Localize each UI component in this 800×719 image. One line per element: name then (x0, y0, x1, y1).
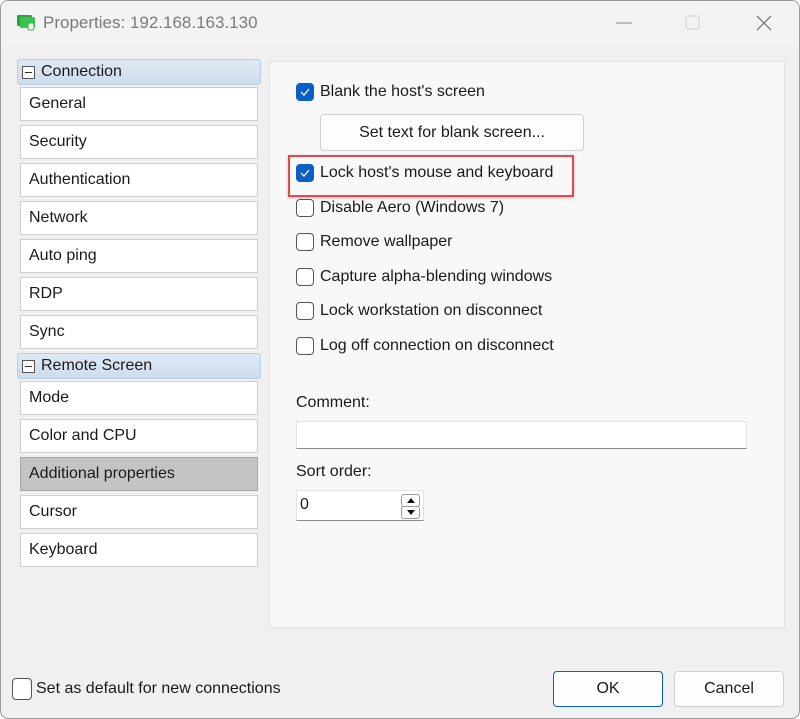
blank-screen-option[interactable]: Blank the host's screen (296, 83, 485, 101)
comment-label: Comment: (296, 394, 370, 411)
checkbox-unchecked[interactable] (296, 337, 314, 355)
option-label: Set as default for new connections (36, 680, 281, 697)
option-label: Lock workstation on disconnect (320, 302, 543, 319)
triangle-up-icon (406, 498, 415, 503)
checkbox-unchecked[interactable] (296, 268, 314, 286)
window-title: Properties: 192.168.163.130 (43, 13, 258, 32)
comment-input[interactable] (296, 421, 747, 449)
lock-mouse-keyboard-option[interactable]: Lock host's mouse and keyboard (296, 164, 553, 182)
category-sidebar: Connection General Security Authenticati… (17, 59, 261, 571)
checkbox-unchecked[interactable] (296, 233, 314, 251)
sidebar-item-security[interactable]: Security (20, 125, 258, 159)
triangle-down-icon (406, 510, 415, 515)
remove-wallpaper-option[interactable]: Remove wallpaper (296, 233, 453, 251)
ok-button[interactable]: OK (553, 671, 663, 707)
group-connection[interactable]: Connection (17, 59, 261, 85)
option-label: Blank the host's screen (320, 83, 485, 100)
maximize-button[interactable] (670, 9, 716, 37)
spin-down-button[interactable] (401, 506, 420, 519)
sidebar-item-color-and-cpu[interactable]: Color and CPU (20, 419, 258, 453)
sidebar-item-additional-properties[interactable]: Additional properties (20, 457, 258, 491)
group-remote-screen[interactable]: Remote Screen (17, 353, 261, 379)
lock-workstation-option[interactable]: Lock workstation on disconnect (296, 302, 542, 320)
sort-order-value[interactable]: 0 (300, 496, 309, 514)
option-label: Remove wallpaper (320, 233, 453, 250)
option-label: Capture alpha-blending windows (320, 268, 553, 285)
group-label: Remote Screen (41, 357, 153, 374)
set-default-option[interactable]: Set as default for new connections (12, 678, 281, 700)
checkbox-unchecked[interactable] (12, 678, 32, 700)
sidebar-item-sync[interactable]: Sync (20, 315, 258, 349)
monitor-lock-icon (17, 15, 35, 31)
set-text-button[interactable]: Set text for blank screen... (320, 114, 584, 151)
option-label: Lock host's mouse and keyboard (320, 164, 554, 181)
close-icon (756, 15, 772, 31)
close-button[interactable] (741, 9, 787, 37)
maximize-icon (685, 15, 700, 30)
sidebar-item-cursor[interactable]: Cursor (20, 495, 258, 529)
cancel-button[interactable]: Cancel (674, 671, 784, 707)
group-label: Connection (41, 63, 122, 80)
settings-panel: Blank the host's screen Set text for bla… (269, 61, 785, 628)
collapse-icon[interactable] (22, 359, 35, 373)
sidebar-item-authentication[interactable]: Authentication (20, 163, 258, 197)
sidebar-item-auto-ping[interactable]: Auto ping (20, 239, 258, 273)
checkbox-unchecked[interactable] (296, 302, 314, 320)
sidebar-item-rdp[interactable]: RDP (20, 277, 258, 311)
sidebar-item-network[interactable]: Network (20, 201, 258, 235)
sidebar-item-general[interactable]: General (20, 87, 258, 121)
option-label: Log off connection on disconnect (320, 337, 554, 354)
collapse-icon[interactable] (22, 65, 35, 79)
sidebar-item-keyboard[interactable]: Keyboard (20, 533, 258, 567)
minimize-button[interactable] (601, 9, 647, 37)
title-bar: Properties: 192.168.163.130 (1, 1, 799, 45)
checkbox-unchecked[interactable] (296, 199, 314, 217)
checkmark-icon (300, 169, 310, 177)
sort-order-label: Sort order: (296, 463, 372, 480)
checkbox-checked[interactable] (296, 83, 314, 101)
properties-dialog: Properties: 192.168.163.130 Connection G… (0, 0, 800, 719)
log-off-option[interactable]: Log off connection on disconnect (296, 337, 554, 355)
minimize-icon (616, 22, 632, 24)
disable-aero-option[interactable]: Disable Aero (Windows 7) (296, 199, 504, 217)
sort-order-stepper[interactable]: 0 (296, 490, 424, 521)
option-label: Disable Aero (Windows 7) (320, 199, 505, 216)
checkmark-icon (300, 88, 310, 96)
capture-alpha-blending-option[interactable]: Capture alpha-blending windows (296, 268, 552, 286)
checkbox-checked[interactable] (296, 164, 314, 182)
sidebar-item-mode[interactable]: Mode (20, 381, 258, 415)
